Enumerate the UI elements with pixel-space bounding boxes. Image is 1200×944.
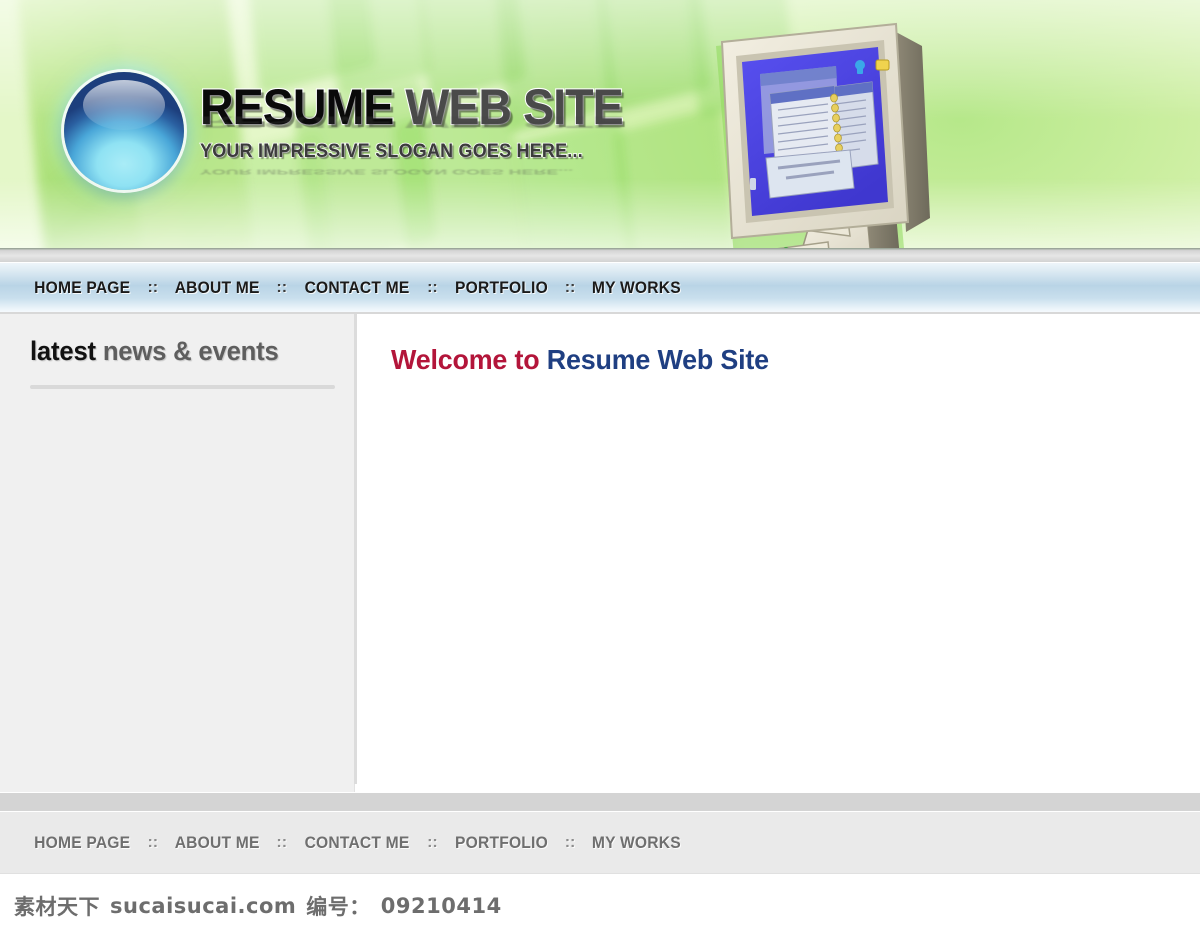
site-title-word1: RESUME [199,79,395,135]
stock-site-watermark: 素材天下 sucaisucai.com 编号： 09210414 [0,874,1200,938]
footer-nav-separator: :: [564,833,576,851]
site-title: RESUME WEB SITE [199,79,625,135]
footer-navigation-bar: HOME PAGE :: ABOUT ME :: CONTACT ME :: P… [0,812,1200,874]
header-nav-separator [0,248,1200,262]
main-nav-list: HOME PAGE :: ABOUT ME :: CONTACT ME :: P… [0,278,685,298]
nav-separator: :: [564,278,576,296]
site-slogan: YOUR IMPRESSIVE SLOGAN GOES HERE... [199,141,584,162]
welcome-heading-prefix: Welcome to [391,344,540,375]
site-header-banner: RESUME WEB SITE YOUR IMPRESSIVE SLOGAN G… [0,0,1200,248]
nav-item-about-me[interactable]: ABOUT ME [175,278,260,298]
footer-nav-item-my-works[interactable]: MY WORKS [592,833,681,853]
blue-glass-orb-logo-icon [64,72,184,190]
footer-nav-item-home-page[interactable]: HOME PAGE [34,833,130,853]
watermark-id-value: 09210414 [380,894,502,918]
main-content-area: Welcome to Resume Web Site [355,314,1200,792]
sidebar-heading-strong: latest [30,336,96,366]
nav-separator: :: [427,278,438,296]
footer-nav-separator: :: [147,833,159,851]
brand-block: RESUME WEB SITE YOUR IMPRESSIVE SLOGAN G… [199,79,655,162]
nav-item-contact-me[interactable]: CONTACT ME [305,278,410,298]
footer-nav-list: HOME PAGE :: ABOUT ME :: CONTACT ME :: P… [0,833,685,853]
nav-separator: :: [147,278,159,296]
sidebar-heading-light: news & events [102,336,279,366]
footer-divider-band [0,792,1200,812]
sidebar-latest-news: latest news & events [0,314,357,792]
main-navigation-bar: HOME PAGE :: ABOUT ME :: CONTACT ME :: P… [0,262,1200,314]
welcome-heading: Welcome to Resume Web Site [391,344,1168,376]
footer-nav-separator: :: [427,833,438,851]
page-body: latest news & events Welcome to Resume W… [0,314,1200,792]
footer-nav-separator: :: [276,833,288,851]
footer-nav-item-about-me[interactable]: ABOUT ME [175,833,260,853]
footer-nav-item-contact-me[interactable]: CONTACT ME [305,833,410,853]
footer-nav-item-portfolio[interactable]: PORTFOLIO [455,833,548,853]
nav-item-portfolio[interactable]: PORTFOLIO [455,278,548,298]
nav-separator: :: [276,278,288,296]
watermark-site-name-cn: 素材天下 [14,895,100,919]
page-root: RESUME WEB SITE YOUR IMPRESSIVE SLOGAN G… [0,0,1200,944]
nav-item-my-works[interactable]: MY WORKS [592,278,681,298]
welcome-heading-brand: Resume Web Site [546,344,769,375]
watermark-id-label: 编号： [306,895,371,919]
site-title-word2: WEB SITE [404,79,624,135]
sidebar-heading-rule [30,385,335,389]
computer-monitor-illustration [700,18,960,248]
nav-item-home-page[interactable]: HOME PAGE [34,278,130,298]
sidebar-heading: latest news & events [30,336,319,367]
watermark-site-url: sucaisucai.com [110,894,297,918]
